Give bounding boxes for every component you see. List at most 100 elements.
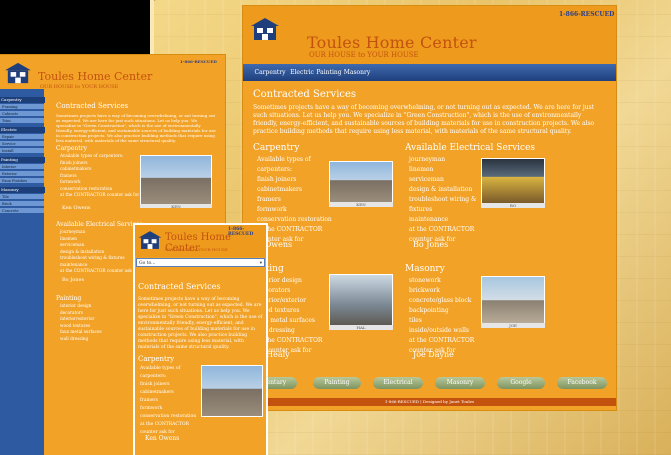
nav-electric[interactable]: Electric [289,64,315,81]
painting-heading: Painting [56,295,82,302]
electrical-list: journeyman linemen serviceman design & i… [60,229,140,275]
sidebar-group-electric[interactable]: Electric [0,127,45,133]
carpentry-list: Available types of carpenters: finish jo… [140,365,200,437]
nav-masonry[interactable]: Masonry [343,64,371,81]
sidebar-item[interactable]: Exterior [0,171,44,177]
electrical-heading: Available Electrical Services [56,221,143,228]
link-masonry[interactable]: Masonry [435,377,485,389]
sidebar-item[interactable]: Repair [0,134,44,140]
phone-number: 1-866-RESCUED [228,227,254,237]
desktop-view: Toules Home Center OUR HOUSE to YOUR HOU… [243,6,616,410]
sidebar-item[interactable]: Cabinets [0,111,44,117]
sidebar-item[interactable]: Service [0,141,44,147]
list-item: conservation restoration [257,216,332,223]
carpentry-list: Available types of carpenters: finish jo… [60,153,140,199]
sidebar-item[interactable]: Interior [0,164,44,170]
list-item: brickwork [409,287,440,294]
footer-text: 1-866-RESCUED | Designed by Janet Toules [384,399,475,404]
list-item: stonework [409,277,441,284]
sidebar-item[interactable]: Faux Finishes [0,178,44,184]
carpentry-contact: Ken Owens [62,205,91,211]
nav-carpentry[interactable]: Carpentry [251,64,289,81]
list-item: framers [140,398,158,403]
site-tagline: OUR HOUSE to YOUR HOUSE [40,84,119,90]
carpentry-photo [201,365,263,417]
carpentry-caption: KEN [140,204,212,209]
list-item: conservation restoration [140,414,197,419]
list-item: concrete/glass block [409,297,472,304]
electrical-contact: Bo Jones [413,240,449,249]
list-item: cabinetmakers [140,390,174,395]
carpentry-photo [329,161,393,203]
site-title: Toules Home Center [38,70,153,83]
masonry-list: stonework brickwork concrete/glass block… [409,276,489,356]
carpentry-heading: Carpentry [138,355,175,363]
carpentry-heading: Carpentry [253,143,300,153]
list-item: Available types of carpenters: [140,366,181,379]
site-tagline: OUR HOUSE to YOUR HOUSE [165,247,228,252]
list-item: formwork [257,206,287,213]
electrical-list: journeyman linemen serviceman design & i… [409,155,489,245]
goto-select[interactable]: Go to... ▾ [136,258,265,267]
list-item: at the CONTRACTOR counter ask for [60,268,140,273]
sidebar-item[interactable]: Trim [0,118,44,124]
list-item: design & installation [409,186,473,193]
masonry-contact: Joe Dayne [413,350,454,359]
phone-view: Toules Home Center OUR HOUSE to YOUR HOU… [135,225,266,455]
link-google[interactable]: Google [497,377,545,389]
intro-text: Sometimes projects have a way of becomin… [253,104,595,135]
house-logo-icon [251,18,279,40]
electrical-photo [481,158,545,204]
sidebar-group-masonry[interactable]: Masonry [0,187,45,193]
phone-number: 1-866-RESCUED [559,11,615,18]
masonry-heading: Masonry [405,264,445,274]
intro-text: Sometimes projects have a way of becomin… [56,113,216,143]
phone-number: 1-866-RESCUED [180,59,217,64]
electrical-contact: Bo Jones [62,277,85,283]
site-title: Toules Home Center [307,33,477,52]
masonry-caption: JOE [481,323,545,328]
page-heading: Contracted Services [56,102,129,110]
list-item: framers [257,196,281,203]
sidebar-item[interactable]: Concrete [0,208,44,214]
list-item: maintenance [409,216,449,223]
site-tagline: OUR HOUSE to YOUR HOUSE [309,51,419,59]
masonry-photo [481,276,545,324]
main-nav: Carpentry Electric Painting Masonry [243,64,616,81]
house-logo-icon [5,62,31,84]
list-item: backpointing [409,307,449,314]
carpentry-photo [140,155,212,205]
list-item: finish joiners [140,382,170,387]
sidebar-item[interactable]: Brick [0,201,44,207]
footer: 1-866-RESCUED | Designed by Janet Toules [243,398,616,406]
list-item: tiles [409,317,422,324]
carpentry-heading: Carpentry [56,145,87,152]
link-electrical[interactable]: Electrical [373,377,423,389]
carpentry-caption: KEN [329,202,393,207]
list-item: linemen [409,166,434,173]
nav-painting[interactable]: Painting [315,64,343,81]
list-item: finish joiners [257,176,297,183]
painting-caption: HAL [329,325,393,330]
painting-list: interior design decorators interior/exte… [60,303,140,342]
sidebar: Carpentry Framing Cabinets Trim Electric… [0,89,45,455]
carpentry-list: Available types of carpenters: finish jo… [257,155,337,245]
list-item: serviceman [409,176,444,183]
electrical-heading: Available Electrical Services [405,143,536,153]
link-painting[interactable]: Painting [313,377,361,389]
goto-label: Go to... [139,261,156,266]
sidebar-item[interactable]: Framing [0,104,44,110]
chevron-down-icon: ▾ [259,261,262,266]
link-facebook[interactable]: Facebook [557,377,607,389]
page-heading: Contracted Services [138,282,221,291]
sidebar-item[interactable]: Tile [0,194,44,200]
list-item: cabinetmakers [257,186,302,193]
intro-text: Sometimes projects have a way of becomin… [138,297,263,350]
sidebar-group-carpentry[interactable]: Carpentry [0,97,45,103]
list-item: journeyman [409,156,446,163]
list-item: troubleshoot wiring & fixtures [409,196,477,213]
page-heading: Contracted Services [253,89,357,100]
painting-photo [329,274,393,326]
sidebar-group-painting[interactable]: Painting [0,157,45,163]
sidebar-item[interactable]: Install [0,148,44,154]
